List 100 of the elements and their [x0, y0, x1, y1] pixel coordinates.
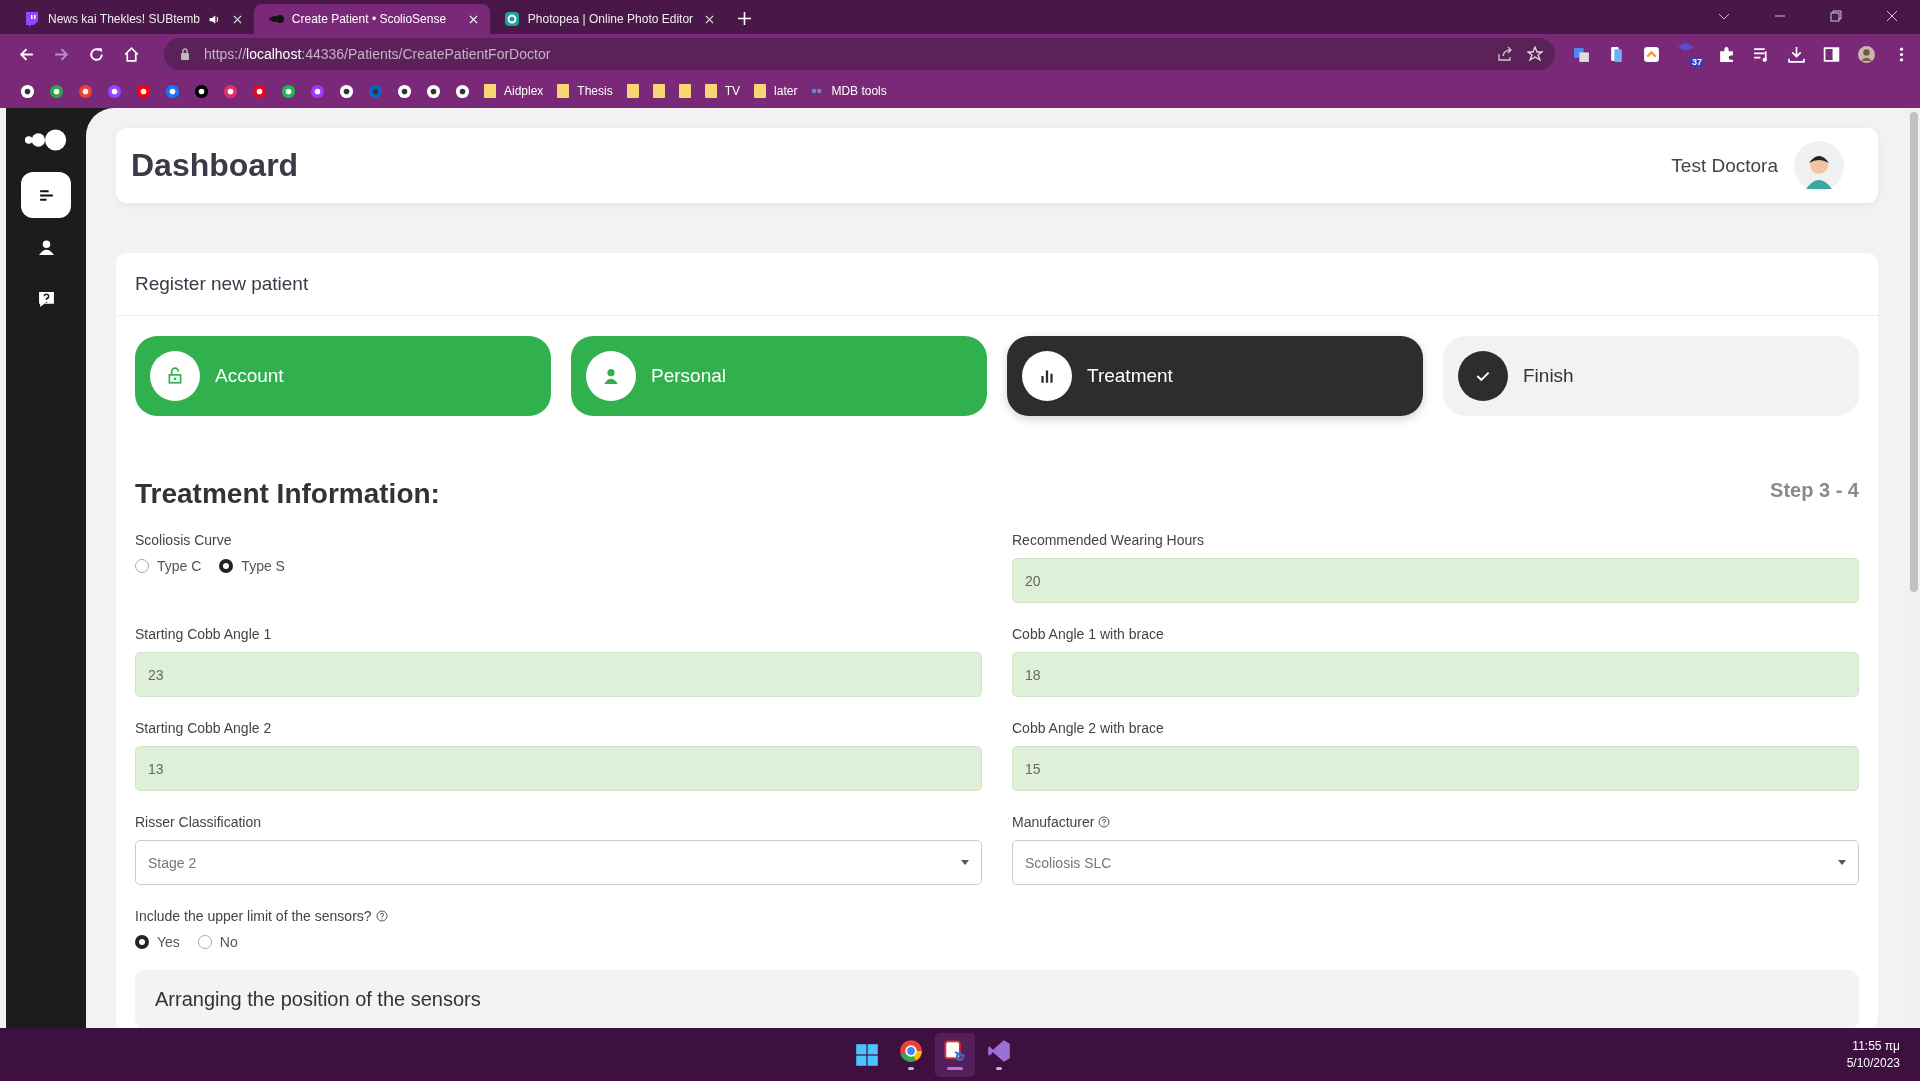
- avatar-icon[interactable]: [1794, 140, 1844, 191]
- browser-icon: [899, 1039, 924, 1063]
- bookmark-icon[interactable]: [339, 83, 354, 99]
- field-label: Recommended Wearing Hours: [1012, 532, 1204, 548]
- field-label: Manufacturer: [1012, 814, 1095, 830]
- bookmark-icon[interactable]: [252, 83, 267, 99]
- field-label: Starting Cobb Angle 2: [135, 720, 272, 736]
- bookmark-icon[interactable]: [165, 83, 180, 99]
- bookmark-icon[interactable]: [426, 83, 441, 99]
- folder-icon: [704, 84, 717, 98]
- lock-icon: [180, 48, 190, 60]
- home-icon[interactable]: [123, 45, 140, 63]
- browser-tab[interactable]: News kai Thekles! SUBtemb: [10, 4, 254, 34]
- bookmark-folder[interactable]: Thesis: [557, 84, 613, 98]
- playlist-icon[interactable]: [1753, 45, 1770, 63]
- bookmark-folder[interactable]: later: [754, 84, 798, 98]
- close-icon[interactable]: [705, 14, 715, 24]
- panel-title: Arranging the position of the sensors: [155, 988, 482, 1011]
- user-name: Test Doctora: [1671, 154, 1778, 177]
- puzzle-icon[interactable]: [1718, 45, 1735, 63]
- folder-icon: [626, 84, 639, 98]
- bookmark-icon[interactable]: [20, 83, 35, 99]
- logo-icon: [23, 128, 69, 152]
- wizard-step[interactable]: Finish: [1443, 336, 1859, 416]
- bookmark-folder[interactable]: TV: [704, 84, 741, 98]
- bookmark-icon[interactable]: [78, 83, 93, 99]
- page-title: Dashboard: [131, 147, 299, 184]
- tab-title: News kai Thekles! SUBtemb: [48, 12, 200, 26]
- input-field[interactable]: 20: [1012, 558, 1859, 603]
- editor-logo-icon: [503, 11, 520, 27]
- tab-title: Photopea | Online Photo Editor: [527, 12, 694, 26]
- input-field[interactable]: 13: [135, 746, 982, 791]
- bookmark-icon[interactable]: [397, 83, 412, 99]
- field-label: Cobb Angle 1 with brace: [1012, 626, 1164, 642]
- dropdown[interactable]: Stage 2: [135, 840, 982, 885]
- radio-option[interactable]: No: [197, 934, 238, 950]
- radio-option[interactable]: Type C: [135, 558, 202, 574]
- tab-title: Create Patient • ScolioSense: [291, 12, 448, 26]
- taskbar-app[interactable]: [935, 1032, 976, 1077]
- input-field[interactable]: 23: [135, 652, 982, 697]
- person-icon: [37, 238, 55, 256]
- plus-icon[interactable]: [738, 12, 752, 25]
- folder-icon: [484, 84, 496, 98]
- clock-time[interactable]: 11:55 πμ: [1852, 1039, 1900, 1053]
- form-title: Register new patient: [116, 253, 1878, 316]
- folder-icon: [678, 84, 691, 98]
- input-field[interactable]: 18: [1012, 652, 1859, 697]
- bookmark-icon[interactable]: [136, 83, 151, 99]
- bookmark-icon[interactable]: [223, 83, 238, 99]
- folder-icon: [557, 84, 570, 98]
- bookmark-icon[interactable]: [49, 83, 64, 99]
- field-label: Cobb Angle 2 with brace: [1012, 720, 1164, 736]
- help-icon: [37, 290, 55, 308]
- reload-icon[interactable]: [88, 45, 105, 63]
- close-icon[interactable]: [1886, 10, 1898, 22]
- field-label: Starting Cobb Angle 1: [135, 626, 272, 642]
- bookmark-icon[interactable]: [281, 83, 296, 99]
- bookmark-link[interactable]: MDB tools: [811, 84, 887, 98]
- lock-icon: [166, 367, 184, 385]
- bookmark-folder[interactable]: [626, 84, 639, 98]
- restore-icon[interactable]: [1830, 10, 1842, 22]
- field-label: Include the upper limit of the sensors?: [135, 908, 372, 924]
- avatar-icon[interactable]: [1858, 45, 1875, 63]
- download-icon[interactable]: [1788, 45, 1805, 63]
- close-icon[interactable]: [232, 14, 242, 24]
- chat-bubble-icon: [24, 11, 40, 27]
- help-icon[interactable]: [1098, 816, 1111, 828]
- bookmark-icon[interactable]: [107, 83, 122, 99]
- bookmark-folder[interactable]: [652, 84, 665, 98]
- bookmark-folder[interactable]: [678, 84, 691, 98]
- step-counter: Step 3 - 4: [1770, 478, 1859, 502]
- bookmark-icon[interactable]: [194, 83, 209, 99]
- bookmark-folder[interactable]: Aidplex: [484, 84, 544, 98]
- radio-option[interactable]: Yes: [135, 934, 180, 950]
- field-label: Scoliosis Curve: [135, 532, 232, 548]
- help-icon[interactable]: [375, 910, 388, 922]
- sidebar-item[interactable]: [21, 172, 71, 218]
- scrollbar[interactable]: [1908, 108, 1920, 1028]
- caret-icon: [1838, 860, 1846, 865]
- caret-icon: [961, 860, 969, 865]
- bookmark-icon[interactable]: [310, 83, 325, 99]
- bar-chart-icon: [1038, 367, 1056, 385]
- bookmark-icon[interactable]: [455, 83, 470, 99]
- folder-icon: [652, 84, 665, 98]
- folder-icon: [754, 84, 767, 98]
- browser-tab[interactable]: Create Patient • ScolioSense: [253, 4, 490, 34]
- dropdown[interactable]: Scoliosis SLC: [1012, 840, 1859, 885]
- side-panel-icon[interactable]: [1823, 45, 1840, 63]
- wizard-step[interactable]: Treatment: [1007, 336, 1423, 416]
- browser-tab[interactable]: Photopea | Online Photo Editor: [489, 4, 727, 34]
- person-icon: [602, 367, 620, 385]
- input-field[interactable]: 15: [1012, 746, 1859, 791]
- share-icon[interactable]: [1497, 46, 1513, 62]
- radio-option[interactable]: Type S: [219, 558, 285, 574]
- windows-icon: [855, 1042, 880, 1067]
- address-bar[interactable]: https://localhost:44336/Patients/CreatePatientForDoctor: [164, 38, 1555, 70]
- field-label: Risser Classification: [135, 814, 262, 830]
- section-title: Treatment Information:: [135, 478, 440, 510]
- clock-date[interactable]: 5/10/2023: [1846, 1056, 1900, 1070]
- star-icon[interactable]: [1527, 46, 1543, 62]
